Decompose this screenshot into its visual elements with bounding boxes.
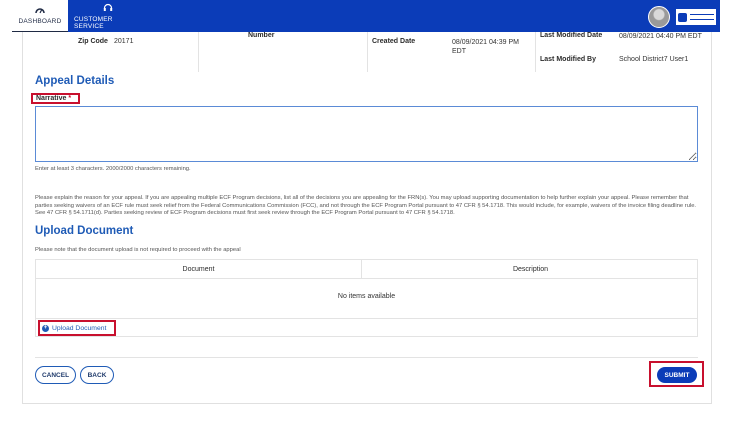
column-header-document[interactable]: Document (36, 260, 362, 279)
upload-document-heading: Upload Document (35, 225, 134, 237)
zip-code-value: 20171 (114, 38, 134, 45)
top-navigation: DASHBOARD CUSTOMER SERVICE (12, 0, 720, 32)
narrative-label: Narrative * (31, 93, 80, 104)
organization-logo (676, 9, 716, 25)
submit-button[interactable]: SUBMIT (657, 367, 697, 383)
request-details-strip: Zip Code 20171 Number Created Date 08/09… (22, 32, 712, 72)
narrative-textarea[interactable] (35, 106, 698, 162)
upload-document-link-label: Upload Document (52, 324, 107, 332)
character-count-help: Enter at least 3 characters. 2000/2000 c… (35, 166, 191, 172)
created-date-label: Created Date (372, 38, 416, 45)
plus-circle-icon: + (42, 324, 49, 332)
appeal-instructions: Please explain the reason for your appea… (35, 195, 697, 216)
last-modified-date-label: Last Modified Date (540, 32, 603, 39)
upload-row: + Upload Document (36, 318, 697, 338)
column-header-description[interactable]: Description (362, 260, 699, 279)
nav-dashboard-label: DASHBOARD (18, 18, 62, 25)
cancel-button[interactable]: CANCEL (35, 366, 76, 384)
submit-highlight: SUBMIT (649, 361, 704, 387)
footer-divider (35, 357, 698, 358)
last-modified-date-value: 08/09/2021 04:40 PM EDT (619, 33, 702, 40)
column-divider (198, 32, 199, 72)
back-button[interactable]: BACK (80, 366, 114, 384)
table-header: Document Description (36, 260, 697, 279)
created-date-value: 08/09/2021 04:39 PM EDT (452, 39, 519, 55)
last-modified-by-value: School District7 User1 (619, 56, 689, 63)
user-avatar[interactable] (648, 6, 670, 28)
required-marker: * (68, 95, 72, 102)
nav-dashboard[interactable]: DASHBOARD (12, 0, 68, 32)
appeal-details-heading: Appeal Details (35, 75, 115, 87)
nav-customer-service-label: CUSTOMER SERVICE (74, 15, 113, 30)
logo-mark-icon (678, 12, 687, 22)
empty-table-message: No items available (337, 293, 396, 300)
upload-note: Please note that the document upload is … (35, 247, 241, 253)
headset-icon (103, 3, 113, 14)
nav-customer-service[interactable]: CUSTOMER SERVICE (74, 0, 142, 32)
speedometer-icon (35, 6, 45, 16)
column-divider (535, 32, 536, 72)
last-modified-by-label: Last Modified By (540, 56, 597, 63)
narrative-label-text: Narrative (36, 95, 67, 102)
documents-table: Document Description No items available … (35, 259, 698, 337)
number-label: Number (248, 32, 275, 39)
logo-text-lines (690, 14, 714, 20)
upload-document-link[interactable]: + Upload Document (38, 320, 116, 336)
column-divider (367, 32, 368, 72)
zip-code-label: Zip Code (78, 38, 108, 45)
